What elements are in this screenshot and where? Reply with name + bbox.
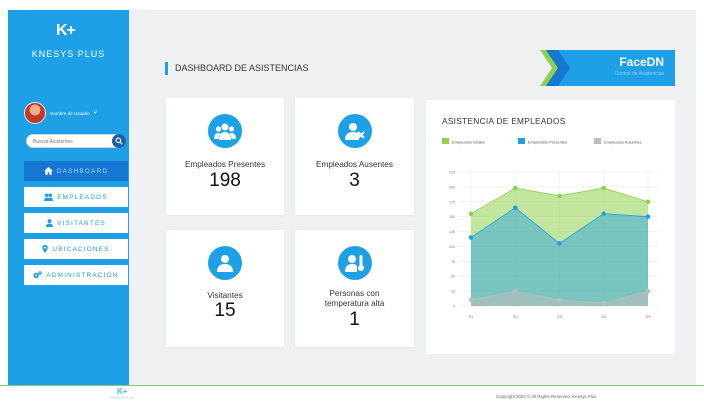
card-value: 1 xyxy=(349,309,360,330)
sidebar-item-label: ADMINISTRACIÓN xyxy=(46,271,119,279)
sidebar-item-visitantes[interactable]: VISITANTES xyxy=(24,213,128,233)
y-tick-label: 50 xyxy=(451,275,455,279)
x-tick-label: S5 xyxy=(646,314,652,319)
legend-label: Empleados Presentes xyxy=(528,140,567,145)
attendance-chart: Empleados totales Empleados Presentes Empl… xyxy=(442,138,658,319)
sidebar-nav: DASHBOARD EMPLEADOS VISITANTES UBICACION… xyxy=(24,161,128,291)
sidebar-item-label: VISITANTES xyxy=(57,219,106,227)
card-empleados-presentes: Empleados Presentes 198 xyxy=(166,98,284,215)
user-name: Nombre de Usuario xyxy=(50,110,90,116)
x-tick-label: S2 xyxy=(513,314,519,319)
legend-swatch xyxy=(442,138,449,144)
logo-text: KNESYS PLUS xyxy=(31,49,106,59)
sidebar-item-administracion[interactable]: ADMINISTRACIÓN xyxy=(24,265,128,285)
search-placeholder: Buscar Asistentes xyxy=(33,139,73,145)
legend-swatch xyxy=(594,138,601,144)
card-label: Empleados Ausentes xyxy=(316,160,393,169)
card-visitantes: Visitantes 15 xyxy=(166,230,284,347)
home-icon xyxy=(43,167,53,175)
card-temperatura-alta: Personas con temperatura alta 1 xyxy=(295,230,414,347)
y-tick-label: 200 xyxy=(449,185,455,189)
legend-label: Empleados Ausentes xyxy=(604,140,642,145)
page-title: DASHBOARD DE ASISTENCIAS xyxy=(165,62,309,75)
user-x-icon xyxy=(337,114,372,148)
x-tick-label: S3 xyxy=(557,314,563,319)
user-icon xyxy=(46,219,54,227)
avatar xyxy=(24,102,46,124)
user-menu[interactable]: Nombre de Usuario v xyxy=(24,102,97,124)
data-point xyxy=(468,235,474,240)
footer-logo-text: KNESYS PLUS xyxy=(110,396,135,400)
data-point xyxy=(512,185,518,191)
data-point xyxy=(512,205,518,211)
sidebar-item-label: EMPLEADOS xyxy=(57,193,108,201)
sidebar: K+ KNESYS PLUS Nombre de Usuario v Busca… xyxy=(8,10,129,385)
card-label: Personas con temperatura alta xyxy=(324,289,385,308)
users-icon xyxy=(44,193,54,201)
x-tick-label: S4 xyxy=(601,314,607,319)
data-point xyxy=(601,300,607,306)
y-tick-label: 100 xyxy=(449,245,455,249)
data-point xyxy=(645,288,651,294)
footer-logo: K+ KNESYS PLUS xyxy=(110,387,135,401)
data-point xyxy=(557,297,562,303)
main-content: DASHBOARD DE ASISTENCIAS FaceDN Control … xyxy=(129,10,696,385)
card-value: 15 xyxy=(214,300,236,321)
sidebar-item-empleados[interactable]: EMPLEADOS xyxy=(24,187,128,207)
y-tick-label: 0 xyxy=(453,305,455,309)
search-input[interactable]: Buscar Asistentes xyxy=(26,134,126,148)
y-tick-label: 75 xyxy=(451,260,455,264)
location-pin-icon xyxy=(42,245,49,253)
data-point xyxy=(512,288,518,294)
sidebar-item-label: DASHBOARD xyxy=(56,167,109,175)
gears-icon xyxy=(33,271,43,279)
card-label: Empleados Presentes xyxy=(184,160,266,169)
data-point xyxy=(601,211,607,216)
app-root: K+ KNESYS PLUS Nombre de Usuario v Busca… xyxy=(0,0,704,405)
data-point xyxy=(557,241,562,246)
data-point xyxy=(468,211,474,216)
data-point xyxy=(468,297,474,303)
search-icon xyxy=(115,137,123,145)
y-tick-label: 225 xyxy=(449,171,455,175)
sidebar-item-label: UBICACIONES xyxy=(52,245,110,253)
footer-logo-mark: K+ xyxy=(116,387,128,396)
data-point xyxy=(645,214,651,219)
card-value: 3 xyxy=(349,170,360,191)
group-icon xyxy=(208,114,242,148)
sidebar-item-dashboard[interactable]: DASHBOARD xyxy=(24,161,128,181)
data-point xyxy=(601,185,607,191)
chart-card: ASISTENCIA DE EMPLEADOS Empleados totale… xyxy=(426,100,675,354)
sidebar-item-ubicaciones[interactable]: UBICACIONES xyxy=(24,239,128,259)
legend-swatch xyxy=(518,138,525,144)
card-empleados-ausentes: Empleados Ausentes 3 xyxy=(295,98,414,215)
brand-title: FaceDN xyxy=(619,55,664,69)
brand-subtitle: Control de Asistencias xyxy=(614,71,664,77)
data-point xyxy=(645,199,651,205)
y-tick-label: 175 xyxy=(449,200,455,204)
search-button[interactable] xyxy=(112,134,126,148)
card-value: 198 xyxy=(209,170,241,191)
chevron-down-icon: v xyxy=(93,110,97,116)
logo-mark: K+ xyxy=(56,22,76,39)
x-tick-label: S1 xyxy=(469,314,475,319)
footer-copyright: Copyright 2020 © All Rights Reserved. Kn… xyxy=(496,394,597,399)
visitor-icon xyxy=(208,246,242,280)
data-point xyxy=(557,193,562,199)
brand-banner: FaceDN Control de Asistencias xyxy=(540,50,675,91)
y-tick-label: 125 xyxy=(449,230,455,234)
thermometer-user-icon xyxy=(337,246,372,280)
y-tick-label: 150 xyxy=(449,215,455,219)
y-tick-label: 25 xyxy=(451,290,455,294)
footer: K+ KNESYS PLUS Copyright 2020 © All Righ… xyxy=(0,385,704,405)
legend-label: Empleados totales xyxy=(452,140,485,145)
